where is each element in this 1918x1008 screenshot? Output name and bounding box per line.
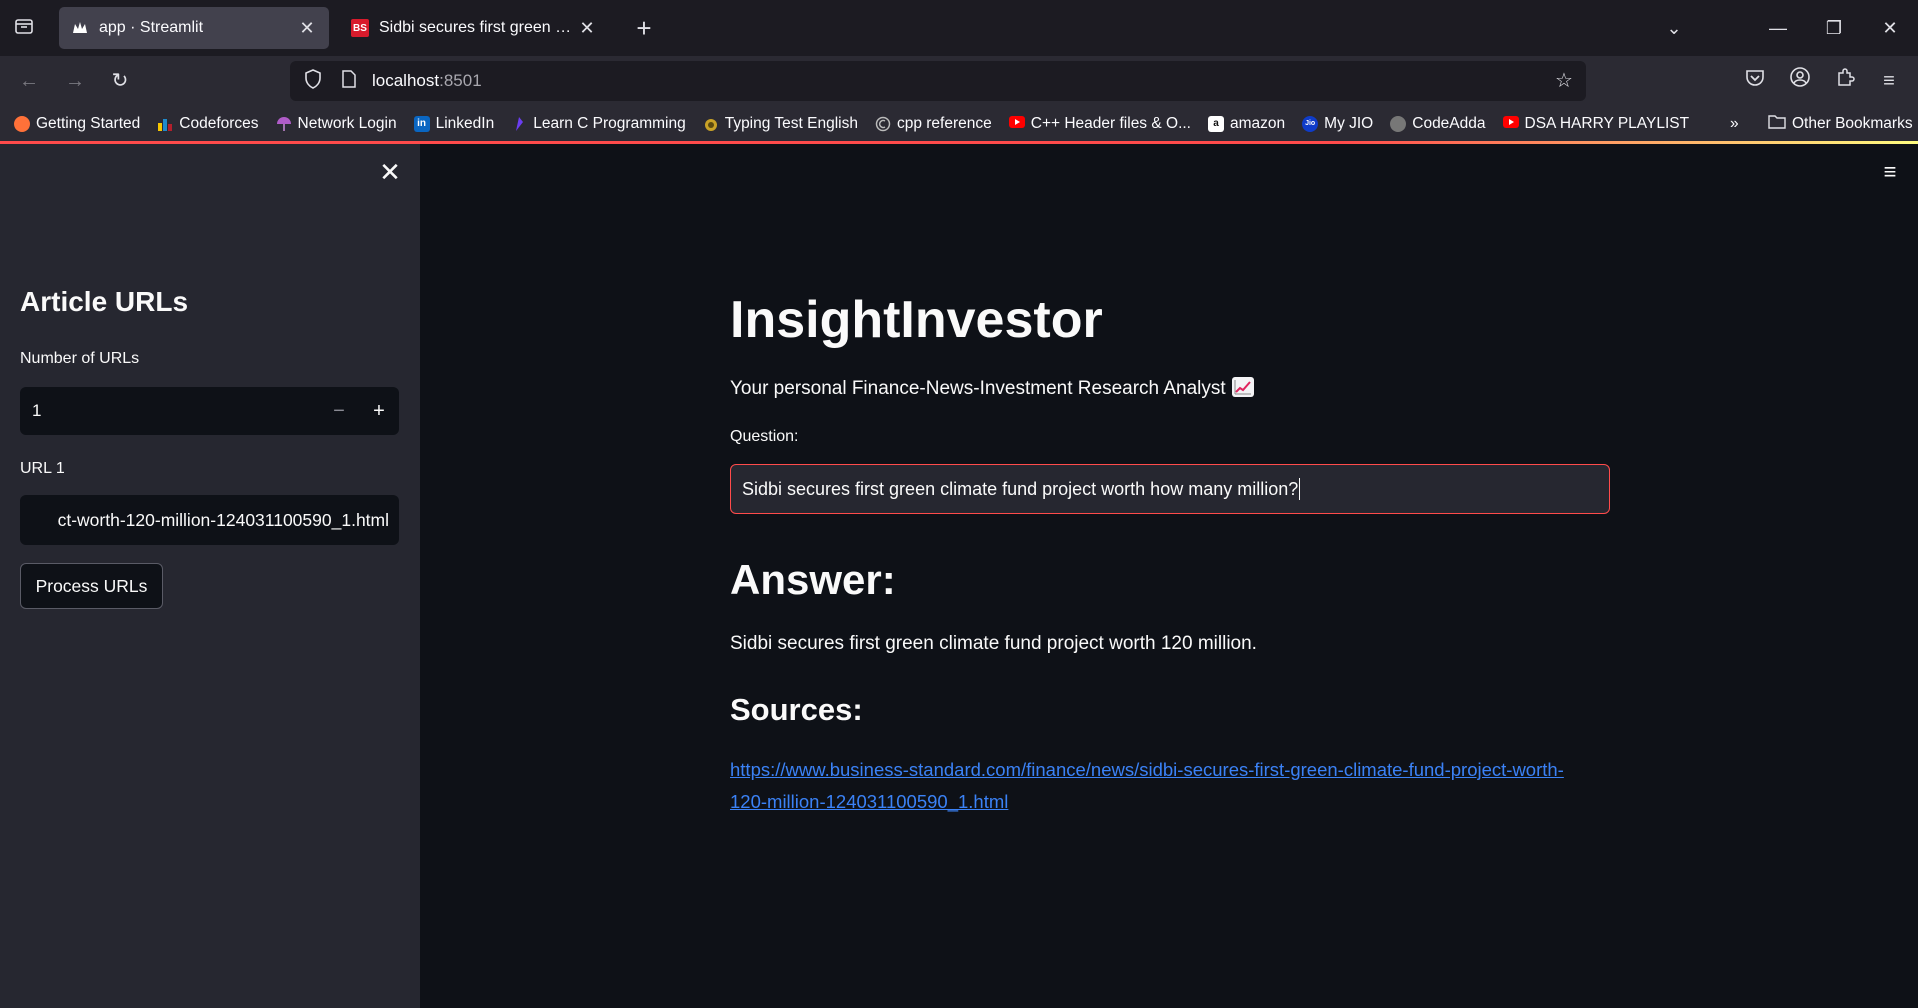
bookmark-my-jio[interactable]: Jio My JIO — [1302, 115, 1373, 133]
firefox-icon — [14, 116, 30, 132]
tab-label: Sidbi secures first green climate fund p… — [379, 19, 577, 36]
page-subtitle: Your personal Finance-News-Investment Re… — [730, 377, 1254, 400]
bookmark-getting-started[interactable]: Getting Started — [14, 115, 140, 133]
close-sidebar-icon[interactable]: ✕ — [376, 158, 404, 186]
bookmark-star-icon[interactable]: ☆ — [1552, 69, 1576, 93]
chart-increasing-icon — [1231, 377, 1254, 397]
new-tab-icon[interactable]: + — [630, 14, 658, 42]
bookmark-dsa-harry-playlist[interactable]: DSA HARRY PLAYLIST — [1502, 115, 1689, 133]
pocket-icon[interactable] — [1740, 66, 1770, 96]
url-port: :8501 — [439, 71, 482, 90]
app-menu-icon[interactable]: ≡ — [1874, 66, 1904, 96]
hamburger-menu-icon[interactable]: ≡ — [1876, 160, 1904, 184]
url-host: localhost — [372, 71, 440, 90]
other-bookmarks[interactable]: Other Bookmarks — [1768, 106, 1913, 142]
number-of-urls-input[interactable]: 1 − + — [20, 387, 399, 435]
tab-business-standard[interactable]: BS Sidbi secures first green climate fun… — [339, 7, 609, 49]
answer-heading: Answer: — [730, 556, 896, 603]
question-input[interactable]: Sidbi secures first green climate fund p… — [730, 464, 1610, 514]
answer-text: Sidbi secures first green climate fund p… — [730, 633, 1257, 654]
decrement-icon[interactable]: − — [319, 387, 359, 435]
typing-icon — [703, 116, 719, 132]
increment-icon[interactable]: + — [359, 387, 399, 435]
bookmark-network-login[interactable]: Network Login — [276, 115, 397, 133]
amazon-icon: a — [1208, 116, 1224, 132]
process-urls-button[interactable]: Process URLs — [20, 563, 163, 609]
codeadda-icon — [1390, 116, 1407, 132]
sidebar: ✕ Article URLs Number of URLs 1 − + URL … — [0, 144, 420, 1008]
youtube-icon — [1502, 116, 1519, 132]
codeforces-icon — [157, 116, 173, 132]
browser-nav-bar: ← → ↻ localhost:8501 ☆ ≡ — [0, 56, 1918, 106]
minimize-icon[interactable]: — — [1761, 14, 1795, 42]
question-label: Question: — [730, 428, 799, 445]
number-of-urls-value[interactable]: 1 — [20, 401, 319, 421]
source-link[interactable]: https://www.business-standard.com/financ… — [730, 754, 1590, 818]
number-of-urls-label: Number of URLs — [20, 350, 140, 367]
sources-heading: Sources: — [730, 692, 863, 727]
page-title: InsightInvestor — [730, 291, 1103, 349]
close-icon[interactable]: ✕ — [297, 18, 317, 39]
browser-tab-bar: app · Streamlit ✕ BS Sidbi secures first… — [0, 0, 1918, 56]
close-icon[interactable]: ✕ — [577, 18, 597, 39]
jio-icon: Jio — [1302, 116, 1319, 132]
bookmarks-bar: Getting Started Codeforces Network Login… — [0, 106, 1918, 142]
forward-icon[interactable]: → — [60, 66, 90, 96]
question-value: Sidbi secures first green climate fund p… — [742, 478, 1299, 499]
text-caret — [1299, 478, 1301, 500]
account-icon[interactable] — [1785, 66, 1815, 96]
tab-list-chevron-icon[interactable]: ⌄ — [1657, 14, 1691, 42]
url-1-input[interactable]: ct-worth-120-million-124031100590_1.html — [20, 495, 399, 545]
cppreference-icon — [875, 116, 891, 132]
url-1-value: ct-worth-120-million-124031100590_1.html — [57, 509, 389, 530]
bookmark-amazon[interactable]: a amazon — [1208, 115, 1285, 133]
umbrella-icon — [276, 116, 292, 132]
bookmark-typing-test[interactable]: Typing Test English — [703, 115, 858, 133]
reload-icon[interactable]: ↻ — [105, 66, 135, 96]
bookmarks-overflow-chevron-icon[interactable]: » — [1730, 106, 1739, 142]
tracking-shield-icon[interactable] — [298, 68, 328, 94]
youtube-icon — [1008, 116, 1025, 132]
window-close-icon[interactable]: ✕ — [1873, 14, 1907, 42]
firefox-view-icon[interactable] — [12, 16, 36, 40]
tab-streamlit-app[interactable]: app · Streamlit ✕ — [59, 7, 329, 49]
programiz-icon — [511, 116, 527, 132]
extensions-icon[interactable] — [1830, 66, 1860, 96]
folder-icon — [1768, 114, 1786, 134]
main-content: ≡ InsightInvestor Your personal Finance-… — [420, 144, 1918, 1008]
sidebar-title: Article URLs — [20, 286, 189, 317]
page-info-icon[interactable] — [334, 69, 364, 93]
streamlit-crown-icon — [71, 19, 89, 37]
bookmark-codeforces[interactable]: Codeforces — [157, 115, 259, 133]
tab-label: app · Streamlit — [99, 19, 204, 36]
url-1-label: URL 1 — [20, 460, 65, 477]
linkedin-icon: in — [413, 116, 430, 132]
bookmark-cpp-reference[interactable]: cpp reference — [875, 115, 992, 133]
bookmark-learn-c[interactable]: Learn C Programming — [511, 115, 686, 133]
business-standard-icon: BS — [351, 19, 369, 37]
restore-icon[interactable]: ❐ — [1817, 14, 1851, 42]
back-icon[interactable]: ← — [14, 66, 44, 96]
bookmark-linkedin[interactable]: in LinkedIn — [413, 115, 494, 133]
bookmark-codeadda[interactable]: CodeAdda — [1390, 115, 1486, 133]
address-bar[interactable]: localhost:8501 ☆ — [290, 61, 1586, 101]
bookmark-cpp-header-files[interactable]: C++ Header files & O... — [1008, 115, 1191, 133]
